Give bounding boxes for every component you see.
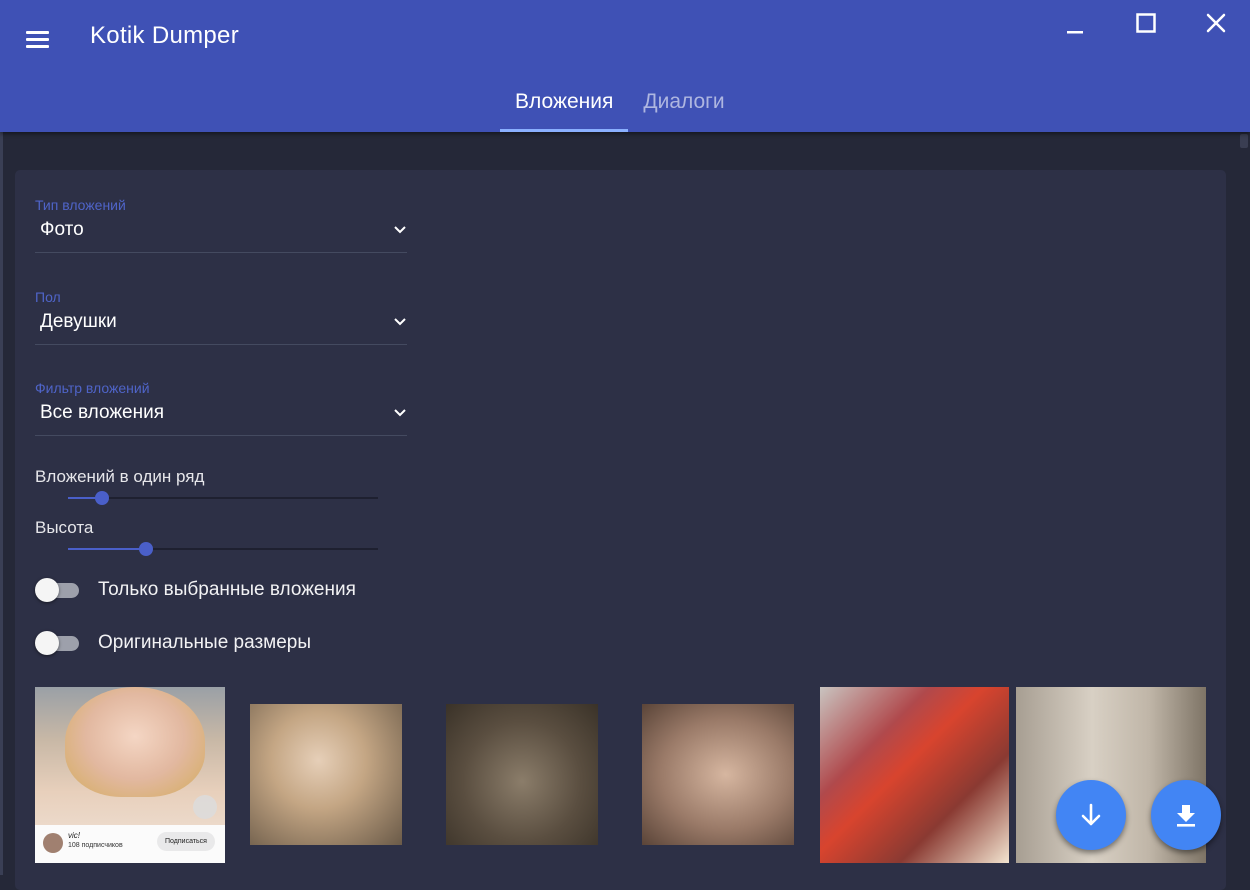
original-sizes-toggle[interactable] bbox=[35, 628, 81, 658]
app-bar: Kotik Dumper Вложения Диалоги bbox=[0, 0, 1250, 132]
chevron-down-icon bbox=[394, 318, 406, 326]
original-sizes-label: Оригинальные размеры bbox=[98, 632, 312, 653]
image-search-icon bbox=[193, 795, 217, 819]
attachment-filter-label: Фильтр вложений bbox=[35, 380, 150, 396]
scrollbar[interactable] bbox=[1240, 134, 1248, 148]
tab-bar: Вложения Диалоги bbox=[500, 72, 740, 132]
tab-dialogs[interactable]: Диалоги bbox=[628, 72, 739, 132]
attachment-thumbnail[interactable] bbox=[820, 687, 1009, 863]
only-selected-toggle[interactable] bbox=[35, 575, 81, 605]
settings-card: Тип вложений Фото Пол Девушки Фильтр вло… bbox=[15, 170, 1226, 890]
divider bbox=[35, 252, 407, 253]
attachment-type-value: Фото bbox=[40, 219, 84, 240]
gender-value: Девушки bbox=[40, 311, 117, 332]
close-icon[interactable] bbox=[1196, 8, 1236, 44]
per-row-slider[interactable] bbox=[68, 490, 378, 506]
tab-attachments-label: Вложения bbox=[515, 90, 614, 113]
divider bbox=[35, 435, 407, 436]
chevron-down-icon bbox=[394, 409, 406, 417]
attachment-filter-value: Все вложения bbox=[40, 402, 165, 423]
chevron-down-icon bbox=[394, 226, 406, 234]
slider-thumb[interactable] bbox=[95, 491, 110, 505]
caption-name: vic! bbox=[68, 831, 80, 840]
attachment-thumbnail[interactable] bbox=[250, 704, 402, 845]
attachments-grid: vic! 108 подписчиков Подписаться bbox=[35, 687, 1215, 890]
slider-thumb[interactable] bbox=[138, 542, 153, 556]
tab-dialogs-label: Диалоги bbox=[643, 90, 725, 113]
maximize-icon[interactable] bbox=[1126, 8, 1166, 44]
scroll-down-button[interactable] bbox=[1056, 780, 1126, 850]
left-edge bbox=[0, 132, 3, 875]
height-slider-label: Высота bbox=[35, 518, 94, 537]
attachment-filter-select[interactable]: Фильтр вложений Все вложения bbox=[35, 380, 407, 436]
gender-label: Пол bbox=[35, 289, 61, 305]
attachment-thumbnail[interactable] bbox=[446, 704, 598, 845]
app-title: Kotik Dumper bbox=[90, 22, 239, 49]
arrow-down-icon bbox=[1081, 803, 1101, 826]
height-slider[interactable] bbox=[68, 541, 378, 557]
download-button[interactable] bbox=[1151, 780, 1221, 850]
subscribe-button: Подписаться bbox=[157, 832, 215, 851]
tab-attachments[interactable]: Вложения bbox=[500, 72, 629, 132]
attachment-thumbnail[interactable]: vic! 108 подписчиков Подписаться bbox=[35, 687, 225, 863]
attachment-thumbnail[interactable] bbox=[642, 704, 794, 845]
photo-content bbox=[65, 687, 205, 797]
attachment-type-label: Тип вложений bbox=[35, 197, 126, 213]
divider bbox=[35, 344, 407, 345]
gender-select[interactable]: Пол Девушки bbox=[35, 289, 407, 345]
attachment-type-select[interactable]: Тип вложений Фото bbox=[35, 197, 407, 253]
caption-subscribers: 108 подписчиков bbox=[68, 842, 123, 849]
avatar bbox=[43, 833, 63, 853]
minimize-icon[interactable] bbox=[1056, 8, 1096, 44]
menu-icon[interactable] bbox=[20, 24, 56, 54]
only-selected-row: Только выбранные вложения bbox=[35, 575, 356, 605]
photo-caption-bar: vic! 108 подписчиков Подписаться bbox=[35, 825, 225, 863]
per-row-slider-label: Вложений в один ряд bbox=[35, 467, 205, 486]
original-sizes-row: Оригинальные размеры bbox=[35, 628, 311, 658]
download-icon bbox=[1177, 805, 1195, 827]
only-selected-label: Только выбранные вложения bbox=[98, 579, 356, 600]
